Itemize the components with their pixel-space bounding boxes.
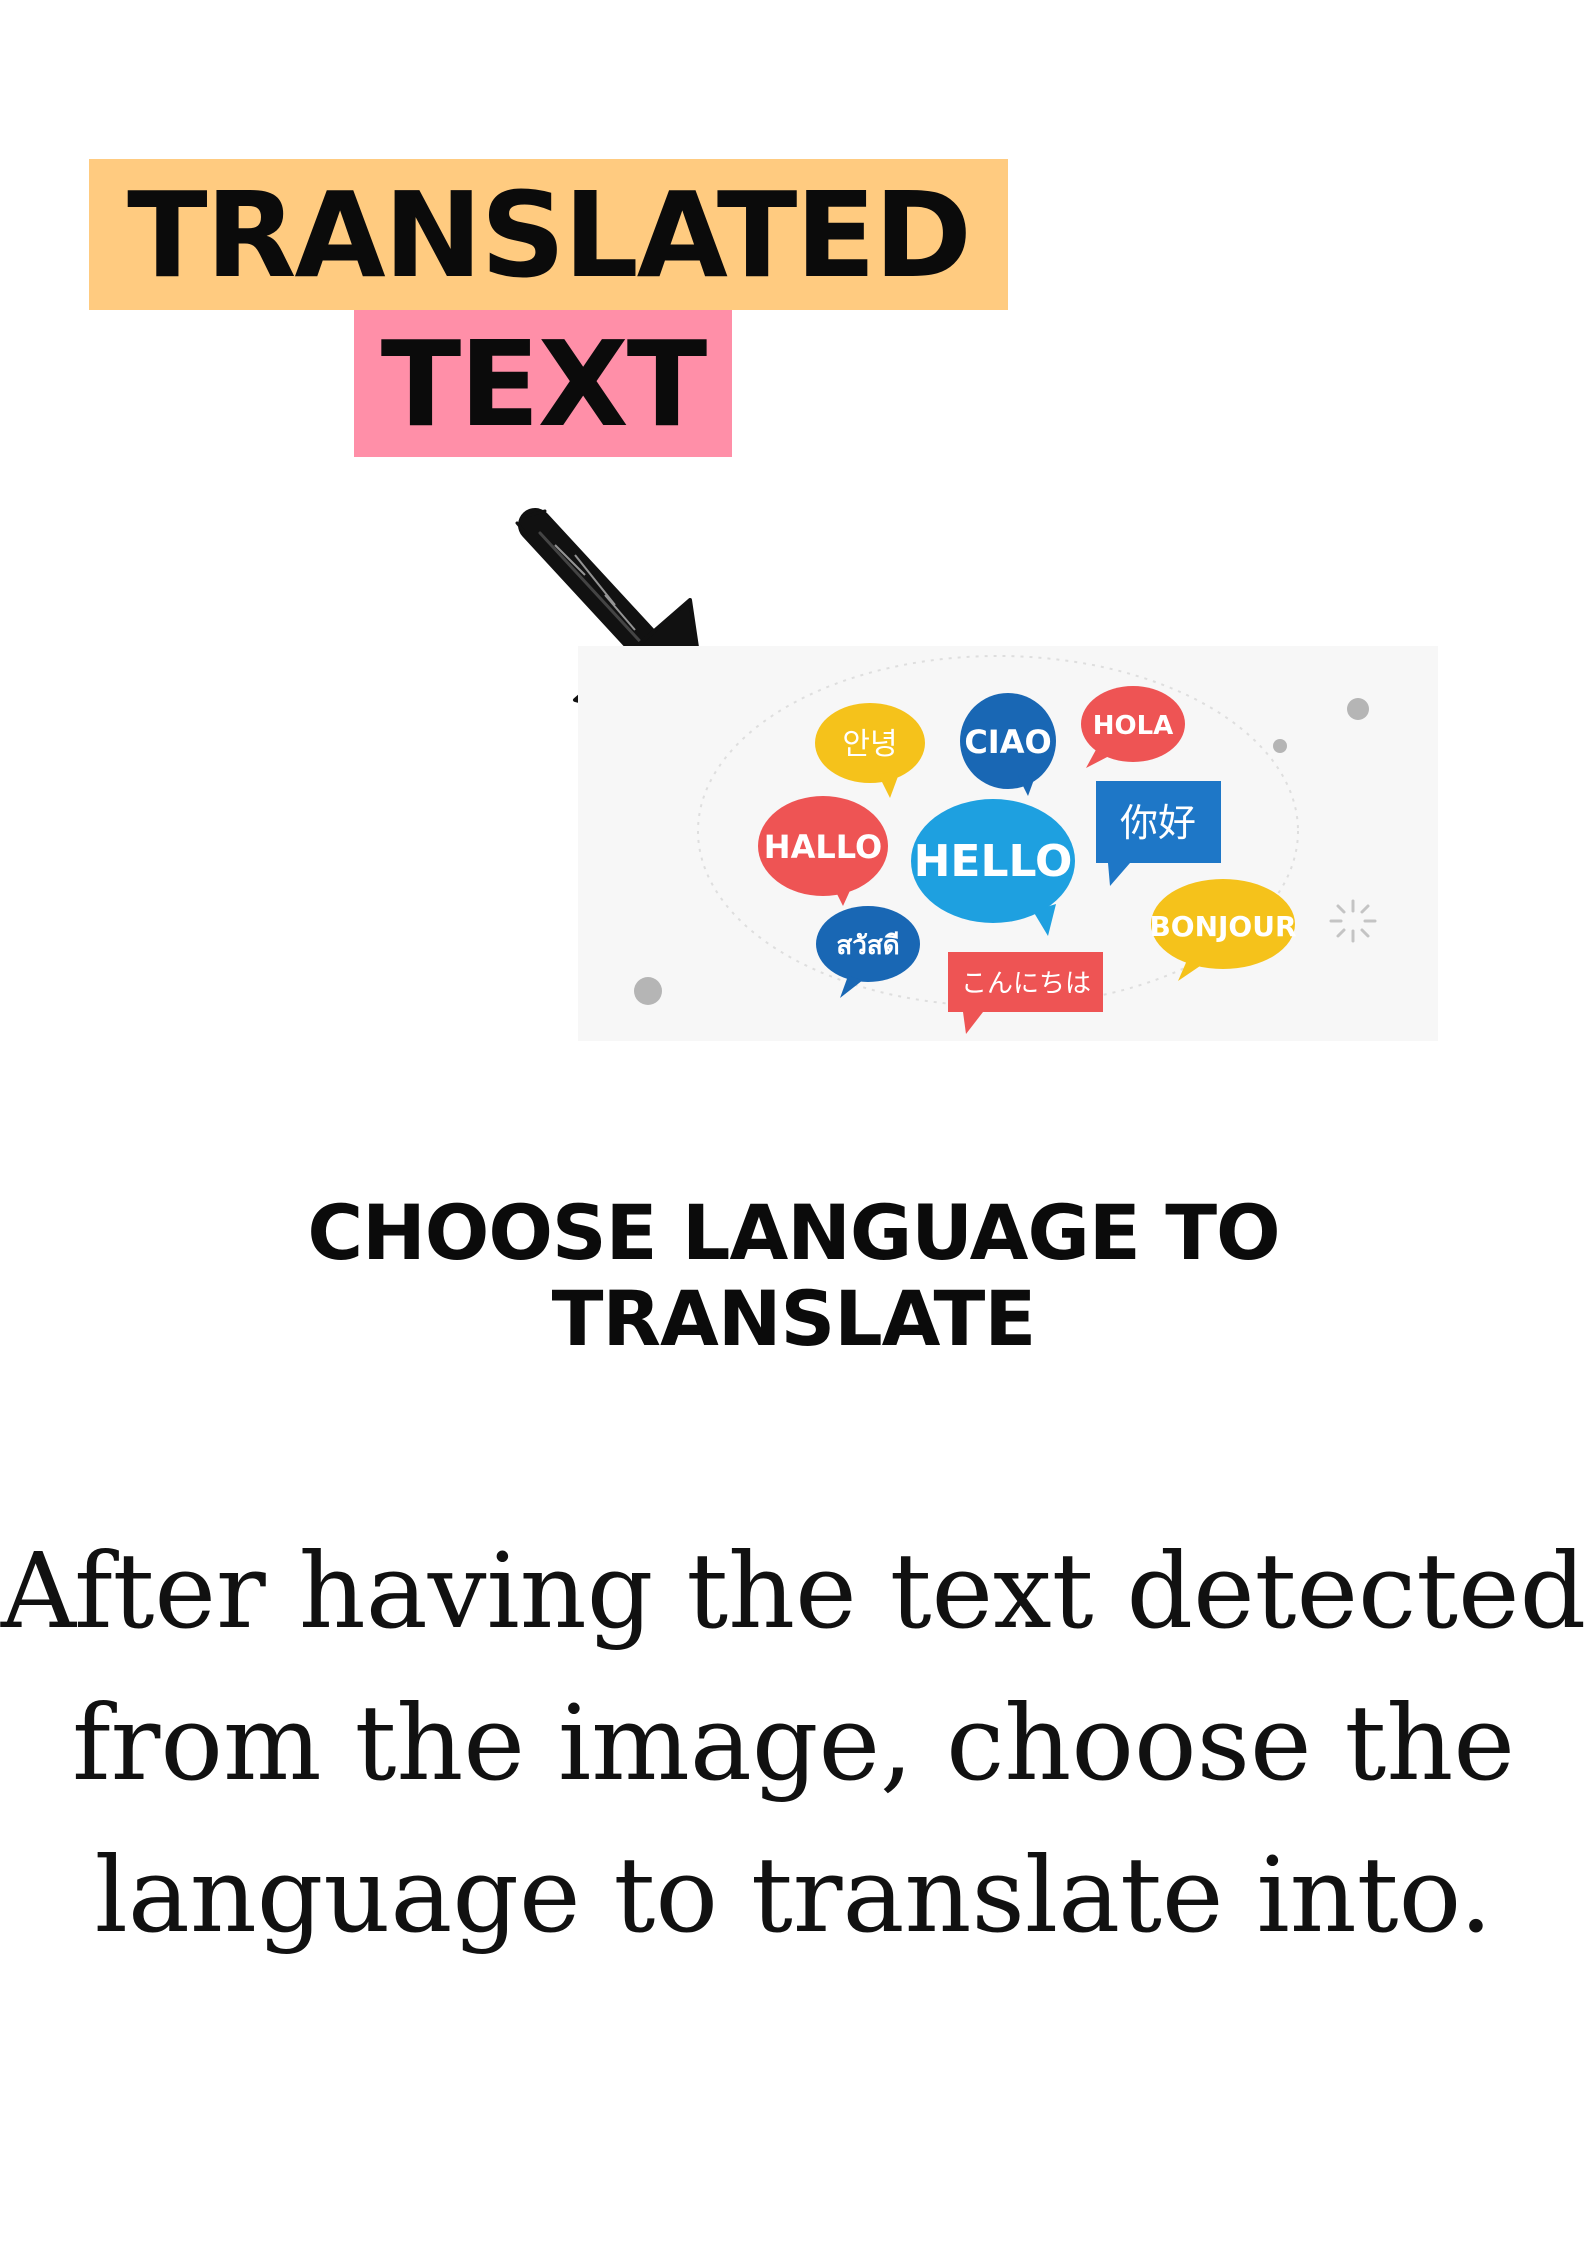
language-speech-bubbles-image: 안녕 CIAO HOLA HALLO HELLO 你好 สวัสดี BONJO… [578,646,1438,1041]
section-heading-line-1: CHOOSE LANGUAGE TO [307,1188,1280,1277]
svg-text:BONJOUR: BONJOUR [1149,910,1296,943]
decor-dot [1273,739,1287,753]
section-heading: CHOOSE LANGUAGE TO TRANSLATE [0,1190,1587,1362]
svg-text:สวัสดี: สวัสดี [836,931,899,961]
svg-text:CIAO: CIAO [964,723,1051,761]
decor-dot [1347,698,1369,720]
title-line-1: TRANSLATED [89,159,1008,310]
svg-text:HOLA: HOLA [1093,711,1174,741]
instruction-line-1: After having the text detected [0,1530,1587,1652]
svg-text:HELLO: HELLO [914,836,1073,887]
section-heading-line-2: TRANSLATE [551,1274,1037,1363]
title-line-2: TEXT [354,310,732,457]
decor-dot [634,977,662,1005]
instruction-line-2: from the image, choose the [72,1682,1515,1804]
svg-text:こんにちは: こんにちは [961,969,1091,999]
svg-text:안녕: 안녕 [842,727,897,762]
instruction-line-3: language to translate into. [94,1834,1493,1956]
svg-text:HALLO: HALLO [764,828,882,866]
svg-text:你好: 你好 [1120,801,1196,845]
instruction-paragraph: After having the text detected from the … [0,1515,1587,1971]
